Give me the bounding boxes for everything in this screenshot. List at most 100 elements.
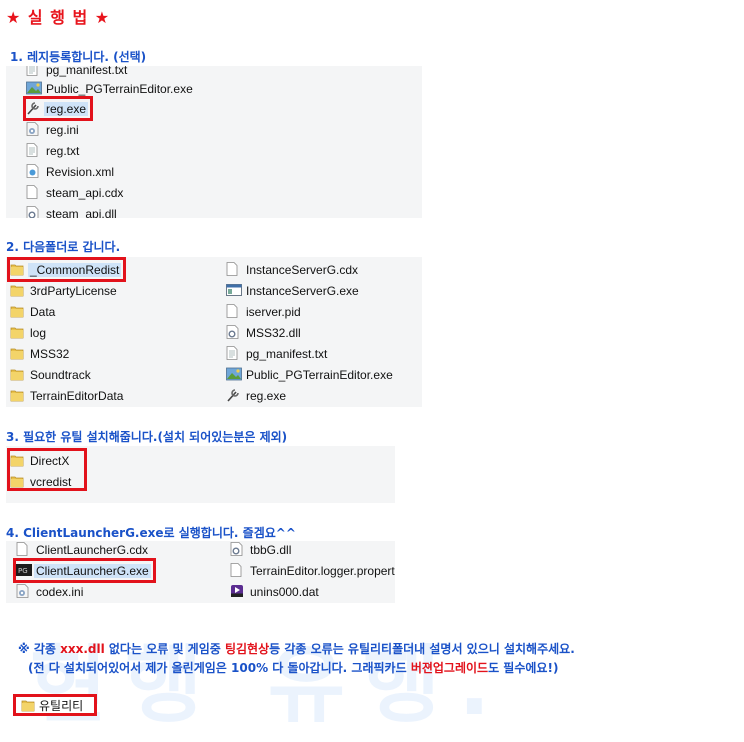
folder-icon bbox=[10, 367, 24, 382]
step-1-heading: 1. 레지등록합니다. (선택) bbox=[10, 50, 147, 64]
dat-file-icon bbox=[230, 584, 244, 599]
file-item[interactable]: log bbox=[10, 323, 48, 342]
folder-icon bbox=[21, 698, 35, 713]
panel-step-3: DirectX vcredist bbox=[6, 446, 395, 503]
svg-text:PG: PG bbox=[18, 567, 28, 575]
editor-exe-icon bbox=[226, 367, 242, 382]
reg-exe-icon bbox=[26, 101, 40, 116]
file-item-label: InstanceServerG.cdx bbox=[246, 262, 359, 277]
file-item[interactable]: MSS32 bbox=[10, 344, 71, 363]
xml-file-icon bbox=[26, 164, 40, 179]
file-item-label: InstanceServerG.exe bbox=[246, 283, 359, 298]
file-item-label: reg.txt bbox=[46, 143, 80, 158]
file-item-label: reg.exe bbox=[246, 388, 287, 403]
utility-folder-label: 유틸리티 bbox=[39, 698, 84, 713]
file-item[interactable]: unins000.dat bbox=[230, 582, 321, 601]
file-item[interactable]: TerrainEditor.logger.propert bbox=[230, 561, 395, 580]
file-item[interactable]: Soundtrack bbox=[10, 365, 93, 384]
file-item-label: MSS32 bbox=[30, 346, 70, 361]
file-item[interactable]: Public_PGTerrainEditor.exe bbox=[226, 365, 395, 384]
file-item[interactable]: codex.ini bbox=[16, 582, 85, 601]
file-item-label: TerrainEditor.logger.propert bbox=[250, 563, 395, 578]
file-item-label: ClientLauncherG.exe bbox=[34, 563, 151, 578]
file-icon bbox=[226, 262, 240, 277]
file-item-label: pg_manifest.txt bbox=[46, 66, 128, 77]
folder-icon bbox=[10, 346, 24, 361]
file-item[interactable]: ClientLauncherG.cdx bbox=[16, 541, 150, 559]
file-item-label: log bbox=[30, 325, 47, 340]
file-item-label: Data bbox=[30, 304, 56, 319]
file-item-label: 3rdPartyLicense bbox=[30, 283, 117, 298]
utility-folder[interactable]: 유틸리티 bbox=[13, 694, 97, 716]
notice-highlight-dll: xxx.dll bbox=[60, 642, 105, 656]
file-item[interactable]: PG ClientLauncherG.exe bbox=[13, 558, 156, 583]
folder-icon bbox=[10, 304, 24, 319]
text-file-icon bbox=[26, 66, 40, 77]
file-item[interactable]: reg.exe bbox=[226, 386, 288, 405]
panel-step-4: ClientLauncherG.cdx PG ClientLauncherG.exe… bbox=[6, 541, 395, 603]
file-item[interactable]: InstanceServerG.exe bbox=[226, 281, 361, 300]
launcher-exe-icon: PG bbox=[16, 563, 32, 578]
step-2-heading: 2. 다음폴더로 갑니다. bbox=[6, 240, 121, 254]
file-item-label: iserver.pid bbox=[246, 304, 301, 319]
notice-text: 없다는 오류 및 게임중 bbox=[104, 642, 225, 656]
file-item[interactable]: steam_api.cdx bbox=[26, 183, 125, 202]
file-item[interactable]: pg_manifest.txt bbox=[26, 66, 129, 79]
file-item-label: Revision.xml bbox=[46, 164, 115, 179]
file-item[interactable]: Revision.xml bbox=[26, 162, 116, 181]
notice-highlight-upgrade: 버젼업그레이드 bbox=[410, 661, 489, 675]
file-item-label: MSS32.dll bbox=[246, 325, 301, 340]
file-icon bbox=[26, 185, 40, 200]
window-exe-icon bbox=[226, 283, 242, 298]
file-item[interactable]: reg.exe bbox=[22, 96, 94, 121]
file-item[interactable]: Data bbox=[10, 302, 57, 321]
editor-exe-icon bbox=[26, 81, 42, 96]
file-item-label: pg_manifest.txt bbox=[246, 346, 328, 361]
file-item[interactable]: TerrainEditorData bbox=[10, 386, 125, 405]
file-item-label: reg.ini bbox=[46, 122, 79, 137]
highlight-box bbox=[7, 448, 87, 491]
file-item[interactable]: pg_manifest.txt bbox=[226, 344, 329, 363]
notice-text: 도 필수에요!) bbox=[488, 661, 559, 675]
file-item[interactable]: reg.ini bbox=[26, 120, 81, 139]
folder-icon bbox=[10, 388, 24, 403]
notice-line-2: (전 다 설치되어있어서 제가 올린게임은 100% 다 돌아갑니다. 그래픽카… bbox=[28, 659, 558, 676]
file-item[interactable]: tbbG.dll bbox=[230, 541, 293, 559]
file-item-label: ClientLauncherG.cdx bbox=[36, 542, 149, 557]
file-item[interactable]: _CommonRedist bbox=[6, 257, 127, 282]
file-item-label: tbbG.dll bbox=[250, 542, 292, 557]
reg-exe-icon bbox=[226, 388, 240, 403]
file-item-label: Public_PGTerrainEditor.exe bbox=[246, 367, 393, 382]
settings-file-icon bbox=[26, 122, 40, 137]
folder-icon bbox=[10, 262, 24, 277]
file-item[interactable]: 3rdPartyLicense bbox=[10, 281, 119, 300]
file-item-label: unins000.dat bbox=[250, 584, 319, 599]
file-item[interactable]: Public_PGTerrainEditor.exe bbox=[26, 79, 195, 98]
file-item[interactable]: iserver.pid bbox=[226, 302, 303, 321]
folder-icon bbox=[10, 283, 24, 298]
file-icon bbox=[230, 563, 244, 578]
dll-file-icon bbox=[26, 206, 40, 218]
panel-step-2: _CommonRedist 3rdPartyLicense Data log MSS32… bbox=[6, 257, 422, 407]
page-title: ★ 실 행 법 ★ bbox=[6, 8, 111, 27]
notice-text: ※ 각종 bbox=[18, 642, 61, 656]
text-file-icon bbox=[26, 143, 40, 158]
folder-icon bbox=[10, 325, 24, 340]
file-item-label: _CommonRedist bbox=[28, 262, 122, 277]
file-item-label: steam_api.cdx bbox=[46, 185, 124, 200]
file-item-label: TerrainEditorData bbox=[30, 388, 124, 403]
text-file-icon bbox=[226, 346, 240, 361]
notice-line-1: ※ 각종 xxx.dll 없다는 오류 및 게임중 팅김현상등 각종 오류는 유… bbox=[18, 640, 575, 657]
panel-step-1: pg_manifest.txt Public_PGTerrainEditor.ex… bbox=[6, 66, 422, 218]
file-item-label: codex.ini bbox=[36, 584, 84, 599]
file-item-label: Public_PGTerrainEditor.exe bbox=[46, 81, 193, 96]
file-item-label: reg.exe bbox=[44, 101, 89, 116]
step-4-heading: 4. ClientLauncherG.exe로 실행합니다. 즐겜요^^ bbox=[6, 526, 296, 540]
file-item[interactable]: InstanceServerG.cdx bbox=[226, 260, 360, 279]
file-item[interactable]: reg.txt bbox=[26, 141, 81, 160]
file-item-label: Soundtrack bbox=[30, 367, 91, 382]
file-item[interactable]: MSS32.dll bbox=[226, 323, 303, 342]
notice-text: 등 각종 오류는 유틸리티폴더내 설명서 있으니 설치해주세요. bbox=[269, 642, 575, 656]
file-item[interactable]: steam_api.dll bbox=[26, 204, 119, 218]
notice-highlight-crash: 팅김현상 bbox=[224, 642, 270, 656]
